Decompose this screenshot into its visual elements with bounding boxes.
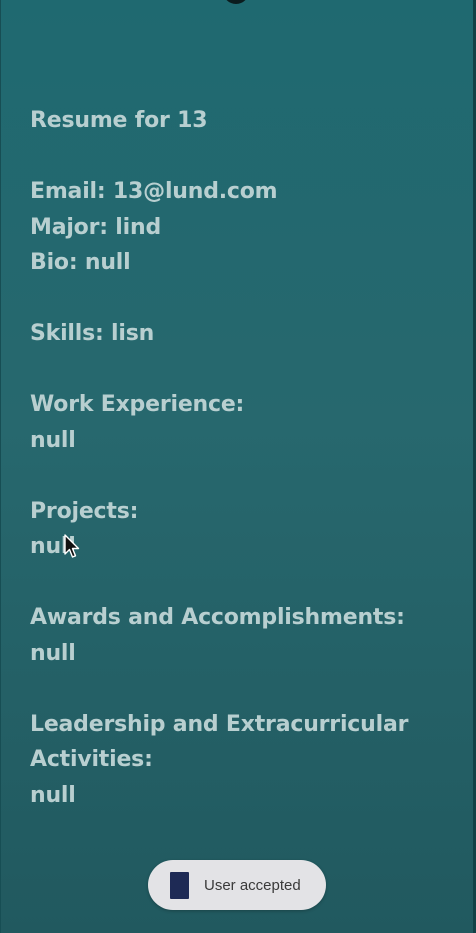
phone-screen: Resume for 13 Email: 13@lund.com Major: … (0, 0, 476, 933)
resume-content: Resume for 13 Email: 13@lund.com Major: … (30, 103, 470, 813)
mouse-cursor-icon (64, 534, 80, 558)
camera-notch (223, 0, 249, 4)
skills-text: Skills: lisn (30, 321, 155, 346)
app-icon (170, 871, 189, 899)
major-text: Major: lind (30, 214, 161, 240)
leadership-heading-line1: Leadership and Extracurricular (30, 711, 409, 737)
projects-value: null (30, 534, 76, 559)
resume-title: Resume for 13 (30, 108, 208, 133)
work-experience-value: null (30, 427, 76, 453)
email-text: Email: 13@lund.com (30, 179, 278, 204)
projects-heading: Projects: (30, 498, 139, 524)
awards-value: null (30, 640, 76, 666)
bio-text: Bio: null (30, 250, 131, 275)
toast-notification: User accepted (148, 860, 326, 910)
awards-heading: Awards and Accomplishments: (30, 605, 405, 630)
work-experience-heading: Work Experience: (30, 392, 245, 417)
toast-message: User accepted (204, 876, 301, 894)
leadership-value: null (30, 782, 76, 808)
leadership-heading-line2: Activities: (30, 747, 153, 772)
